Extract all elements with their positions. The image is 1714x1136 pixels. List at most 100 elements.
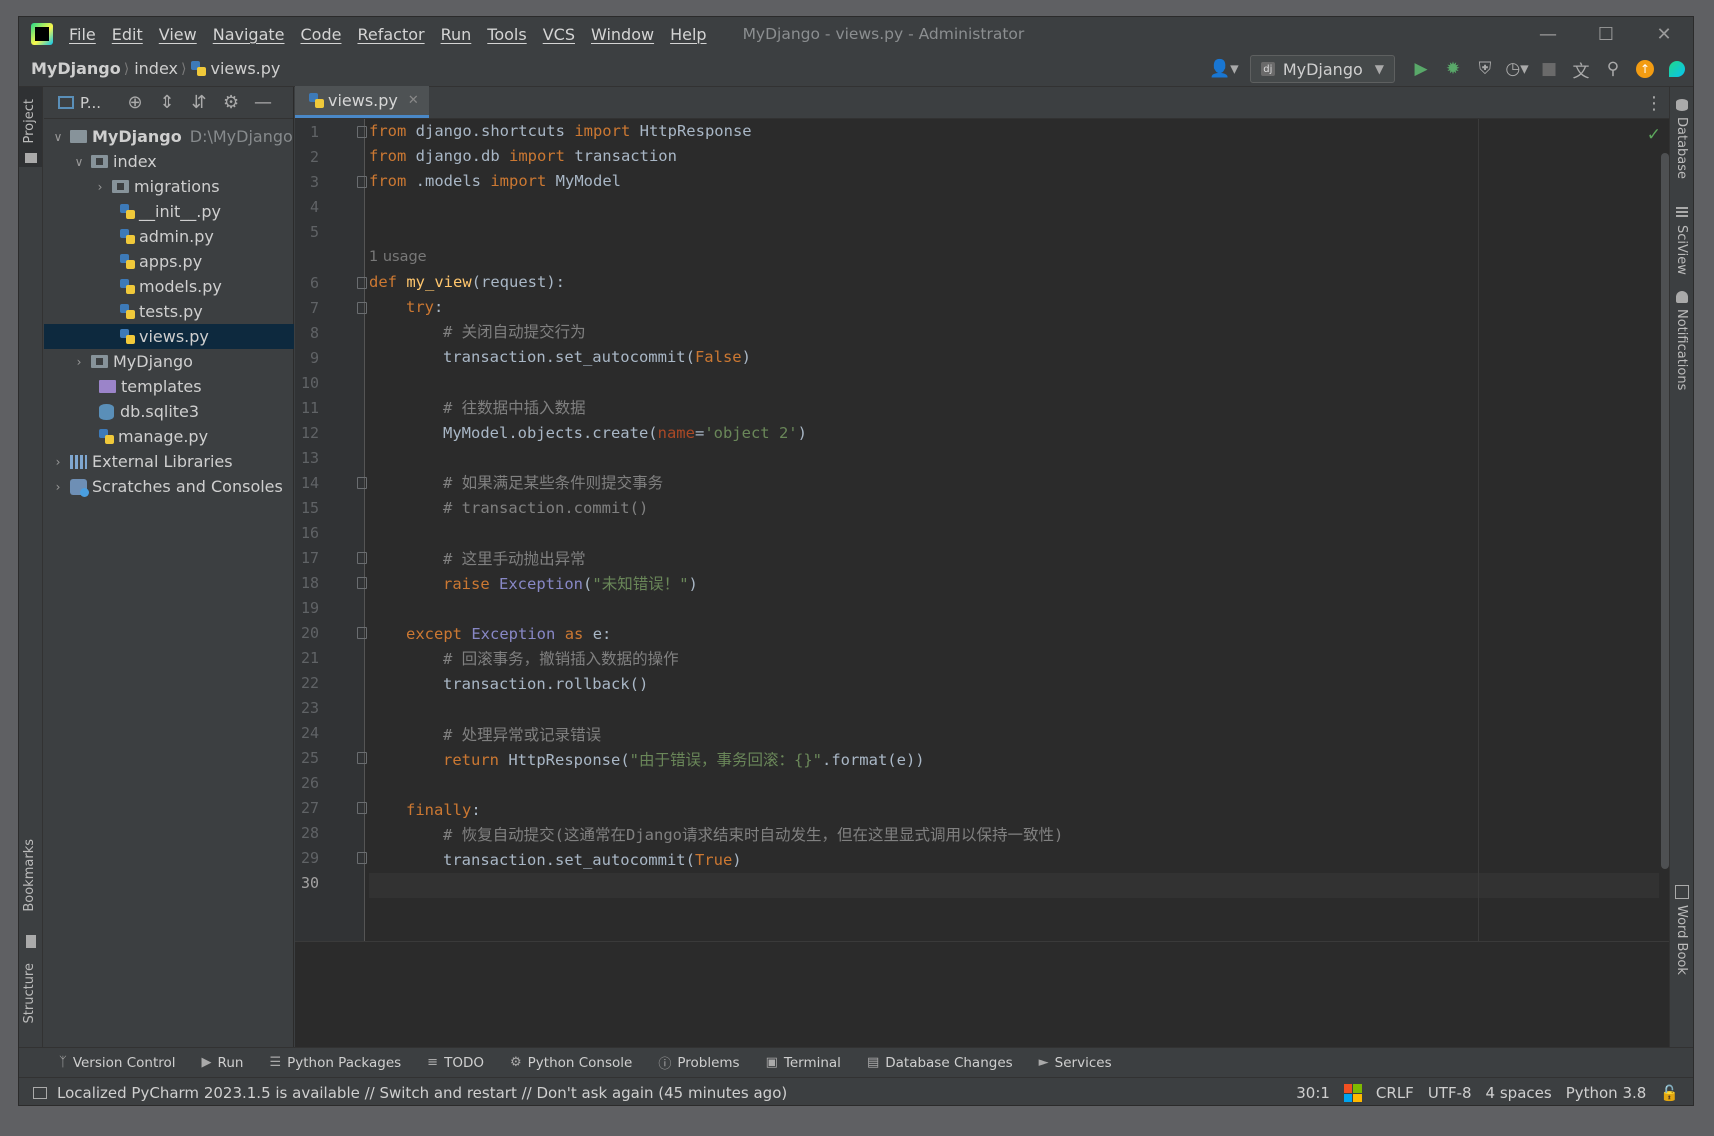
fold-marker-icon[interactable] (357, 277, 367, 289)
usage-inlay-hint[interactable]: 1 usage (369, 245, 427, 270)
expand-all-icon[interactable]: ⇕ (151, 92, 183, 113)
translate-icon[interactable]: 文 (1565, 53, 1597, 85)
toggle-tool-windows-icon[interactable] (33, 1086, 47, 1099)
maximize-icon[interactable]: ☐ (1577, 17, 1635, 51)
menu-edit[interactable]: Edit (112, 25, 143, 44)
run-icon[interactable]: ▶ (1405, 53, 1437, 85)
tree-item-db-sqlite3[interactable]: db.sqlite3 (44, 399, 294, 424)
terminal-tab[interactable]: ▣ Terminal (766, 1055, 841, 1071)
tree-item-mydjango-package[interactable]: › MyDjango (44, 349, 294, 374)
chevron-right-icon[interactable]: › (50, 455, 66, 469)
menu-window[interactable]: Window (591, 25, 654, 44)
breadcrumb-folder[interactable]: index (134, 59, 178, 78)
tab-views-py[interactable]: views.py ✕ (295, 86, 429, 118)
menu-help[interactable]: Help (670, 25, 706, 44)
tree-item-templates[interactable]: templates (44, 374, 294, 399)
coverage-icon[interactable]: ⛨ (1469, 53, 1501, 85)
fold-marker-icon[interactable] (357, 577, 367, 589)
bookmarks-tool-tab[interactable]: Bookmarks (22, 839, 37, 912)
menu-navigate[interactable]: Navigate (213, 25, 285, 44)
chevron-right-icon[interactable]: › (92, 180, 108, 194)
project-tool-tab[interactable]: Project (22, 99, 37, 143)
project-view-selector[interactable]: P... (80, 94, 101, 112)
chevron-right-icon[interactable]: › (71, 355, 87, 369)
run-configuration-selector[interactable]: dj MyDjango ▼ (1249, 55, 1395, 83)
status-message[interactable]: Localized PyCharm 2023.1.5 is available … (57, 1084, 787, 1102)
hide-icon[interactable]: — (247, 92, 279, 113)
code-token: def (369, 273, 397, 291)
vertical-scrollbar[interactable] (1661, 153, 1669, 869)
close-icon[interactable]: ✕ (1635, 17, 1693, 51)
python-packages-tab[interactable]: ☰ Python Packages (269, 1055, 401, 1071)
fold-marker-icon[interactable] (357, 302, 367, 314)
database-tool-tab[interactable]: Database (1674, 117, 1689, 179)
chevron-down-icon[interactable]: ∨ (50, 130, 66, 144)
fold-marker-icon[interactable] (357, 126, 367, 138)
menu-tools[interactable]: Tools (487, 25, 526, 44)
database-changes-tab[interactable]: ▤ Database Changes (867, 1055, 1013, 1071)
tree-item-external-libraries[interactable]: › External Libraries (44, 449, 294, 474)
word-book-tool-tab[interactable]: Word Book (1674, 905, 1689, 975)
fold-marker-icon[interactable] (357, 752, 367, 764)
fold-marker-icon[interactable] (357, 852, 367, 864)
search-icon[interactable]: ⚲ (1597, 53, 1629, 85)
menu-code[interactable]: Code (301, 25, 342, 44)
code-token: transaction (564, 147, 677, 165)
fold-marker-icon[interactable] (357, 627, 367, 639)
menu-refactor[interactable]: Refactor (357, 25, 424, 44)
more-options-icon[interactable]: ⋮ (1645, 93, 1663, 114)
tree-item-scratches[interactable]: › Scratches and Consoles (44, 474, 294, 499)
code-editor[interactable]: from django.shortcuts import HttpRespons… (369, 119, 1659, 941)
tree-item-manage-py[interactable]: manage.py (44, 424, 294, 449)
close-tab-icon[interactable]: ✕ (408, 93, 419, 108)
stop-icon[interactable]: ■ (1533, 53, 1565, 85)
services-tab[interactable]: ► Services (1039, 1055, 1112, 1071)
collapse-all-icon[interactable]: ⇵ (183, 92, 215, 113)
chevron-down-icon[interactable]: ∨ (71, 155, 87, 169)
fold-marker-icon[interactable] (357, 176, 367, 188)
tree-item-models-py[interactable]: models.py (44, 274, 294, 299)
code-line-21: # 回滚事务，撤销插入数据的操作 (443, 650, 679, 668)
tree-item-apps-py[interactable]: apps.py (44, 249, 294, 274)
python-interpreter[interactable]: Python 3.8 (1566, 1084, 1647, 1102)
debug-icon[interactable]: ✹ (1437, 53, 1469, 85)
minimize-icon[interactable]: — (1519, 17, 1577, 51)
tree-item-admin-py[interactable]: admin.py (44, 224, 294, 249)
inspection-ok-icon[interactable]: ✓ (1647, 125, 1661, 145)
line-separator[interactable]: CRLF (1376, 1084, 1414, 1102)
update-icon[interactable]: ↑ (1629, 53, 1661, 85)
profile-icon[interactable]: ◷▾ (1501, 53, 1533, 85)
version-control-tab[interactable]: ᛉ Version Control (59, 1055, 176, 1071)
structure-tool-tab[interactable]: Structure (22, 963, 37, 1023)
caret-position[interactable]: 30:1 (1296, 1084, 1330, 1102)
tree-item-migrations[interactable]: › migrations (44, 174, 294, 199)
tree-item-tests-py[interactable]: tests.py (44, 299, 294, 324)
breadcrumb-file[interactable]: views.py (210, 59, 280, 78)
gear-icon[interactable]: ⚙ (215, 92, 247, 113)
menu-vcs[interactable]: VCS (543, 25, 575, 44)
menu-file[interactable]: File (69, 25, 96, 44)
indent-setting[interactable]: 4 spaces (1486, 1084, 1552, 1102)
tree-item-index[interactable]: ∨ index (44, 149, 294, 174)
sciview-tool-tab[interactable]: SciView (1674, 225, 1689, 275)
tree-item-project-root[interactable]: ∨ MyDjango D:\MyDjango (44, 124, 294, 149)
menu-view[interactable]: View (159, 25, 197, 44)
user-account-icon[interactable]: 👤▾ (1208, 53, 1240, 85)
tree-item-init-py[interactable]: __init__.py (44, 199, 294, 224)
file-encoding[interactable]: UTF-8 (1428, 1084, 1472, 1102)
breadcrumb-project[interactable]: MyDjango (31, 59, 121, 78)
tree-item-views-py[interactable]: views.py (44, 324, 294, 349)
python-console-tab[interactable]: ⚙ Python Console (510, 1055, 632, 1071)
todo-tab[interactable]: ≡ TODO (427, 1055, 484, 1071)
locate-icon[interactable]: ⊕ (119, 92, 151, 113)
notifications-tool-tab[interactable]: Notifications (1674, 309, 1689, 390)
fold-marker-icon[interactable] (357, 802, 367, 814)
chevron-right-icon[interactable]: › (50, 480, 66, 494)
problems-tab[interactable]: ⓘ Problems (658, 1053, 739, 1073)
fold-marker-icon[interactable] (357, 552, 367, 564)
run-tab[interactable]: ▶ Run (202, 1055, 244, 1071)
fold-marker-icon[interactable] (357, 477, 367, 489)
code-with-me-icon[interactable] (1661, 53, 1693, 85)
menu-run[interactable]: Run (441, 25, 472, 44)
lock-icon[interactable]: 🔓 (1660, 1084, 1679, 1102)
